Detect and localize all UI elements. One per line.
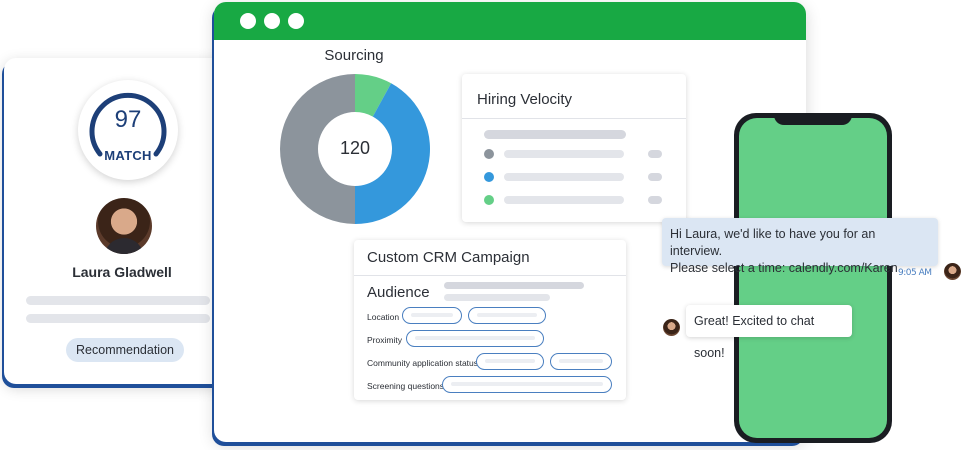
window-title-bar (214, 2, 806, 40)
placeholder-bar (26, 296, 210, 305)
outgoing-message-bubble: Hi Laura, we'd like to have you for an i… (662, 218, 938, 275)
recruiter-avatar (944, 263, 961, 280)
placeholder-bar (648, 173, 662, 181)
field-label-community-status: Community application status (367, 358, 479, 368)
candidate-avatar-small (663, 319, 680, 336)
location-filter-input[interactable] (402, 307, 462, 324)
proximity-filter-input[interactable] (406, 330, 544, 347)
hiring-velocity-panel: Hiring Velocity (462, 74, 686, 222)
divider (354, 275, 626, 276)
phone-mockup (734, 113, 892, 443)
placeholder-bar (26, 314, 210, 323)
legend-dot (484, 149, 494, 159)
match-score-gauge: 97 MATCH (78, 80, 178, 180)
placeholder-bar (444, 282, 584, 289)
legend-dot (484, 195, 494, 205)
placeholder-bar (484, 130, 626, 139)
placeholder-bar (504, 173, 624, 181)
outgoing-message-line: Hi Laura, we'd like to have you for an i… (670, 227, 876, 258)
sourcing-title: Sourcing (324, 47, 384, 64)
legend-dot (484, 172, 494, 182)
match-score: 97 (114, 106, 142, 133)
incoming-message-bubble: Great! Excited to chat soon! (686, 305, 852, 360)
placeholder-bar (444, 294, 550, 301)
screening-questions-filter-input[interactable] (442, 376, 612, 393)
audience-heading: Audience (367, 284, 430, 301)
field-label-proximity: Proximity (367, 335, 402, 345)
community-status-filter-input[interactable] (550, 353, 612, 370)
placeholder-bar (504, 150, 624, 158)
phone-notch (774, 113, 852, 125)
phone-screen (739, 118, 887, 438)
crm-campaign-panel: Custom CRM Campaign Audience Location Pr… (354, 240, 626, 400)
candidate-avatar (96, 198, 152, 254)
match-label: MATCH (104, 148, 152, 163)
outgoing-message-line: Please select a time: calendly.com/Karen (670, 261, 898, 275)
message-timestamp: 9:05 AM (898, 268, 932, 278)
community-status-filter-input[interactable] (476, 353, 544, 370)
field-label-screening-questions: Screening questions (367, 381, 445, 391)
candidate-name: Laura Gladwell (72, 264, 172, 280)
window-control-dot[interactable] (288, 13, 304, 29)
recommendation-button[interactable]: Recommendation (66, 338, 184, 362)
location-filter-input[interactable] (468, 307, 546, 324)
placeholder-bar (648, 196, 662, 204)
window-control-dot[interactable] (264, 13, 280, 29)
hiring-velocity-title: Hiring Velocity (477, 91, 573, 108)
divider (462, 118, 686, 119)
crm-campaign-title: Custom CRM Campaign (367, 249, 530, 266)
window-control-dot[interactable] (240, 13, 256, 29)
placeholder-bar (504, 196, 624, 204)
sourcing-total: 120 (339, 138, 371, 158)
field-label-location: Location (367, 312, 400, 322)
placeholder-bar (648, 150, 662, 158)
candidate-card: 97 MATCH Laura Gladwell Recommendation (4, 58, 226, 384)
